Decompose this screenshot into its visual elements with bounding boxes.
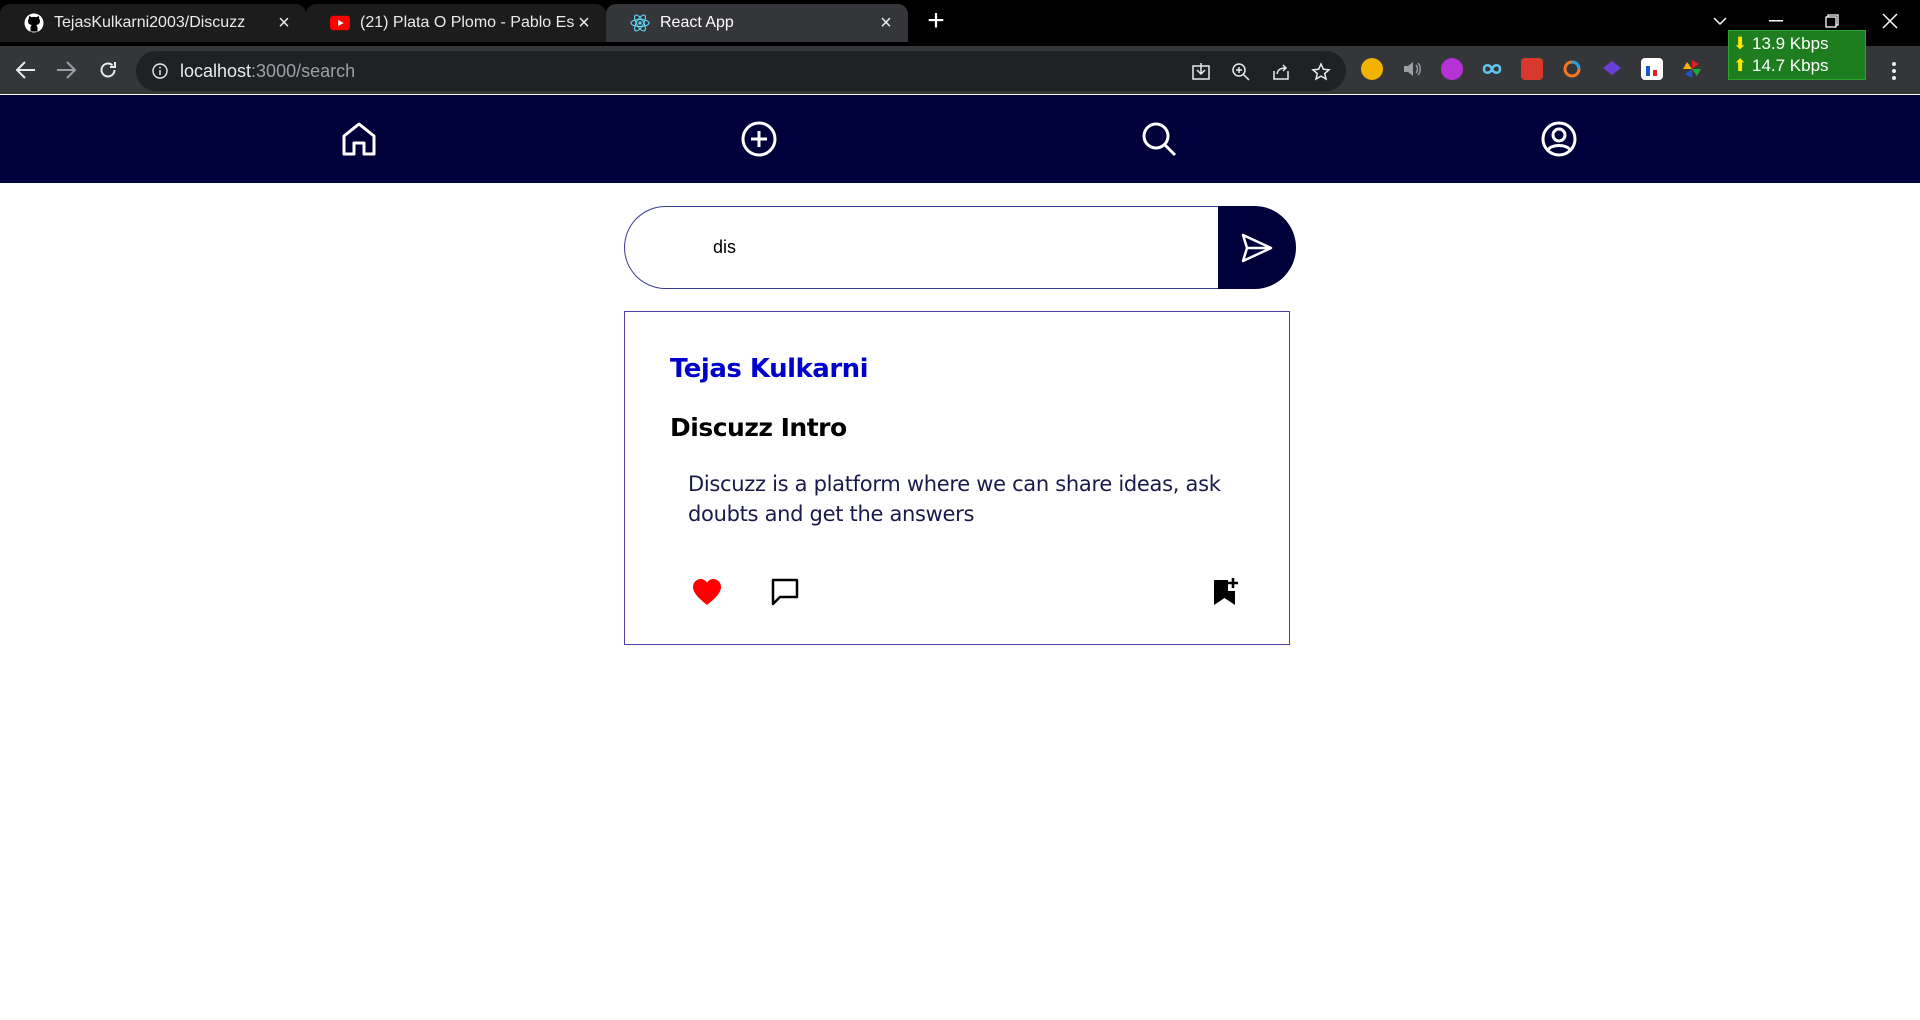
bookmark-button[interactable] [1205, 572, 1245, 612]
post-title: Discuzz Intro [670, 413, 847, 442]
search-bar [624, 206, 1296, 289]
post-card: Tejas Kulkarni Discuzz Intro Discuzz is … [624, 311, 1290, 645]
tab-youtube[interactable]: (21) Plata O Plomo - Pablo Escobar × [306, 4, 606, 42]
download-speed: 13.9 Kbps [1751, 34, 1829, 53]
netspeed-widget: ⬇ 13.9 Kbps ⬆ 14.7 Kbps [1728, 30, 1866, 80]
tab-title: React App [660, 14, 734, 31]
react-icon [630, 13, 650, 33]
url-text: localhost:3000/search [180, 61, 355, 82]
address-bar[interactable]: localhost:3000/search [136, 51, 1346, 91]
search-icon[interactable] [1137, 117, 1181, 161]
close-window-icon[interactable] [1870, 6, 1910, 36]
post-body: Discuzz is a platform where we can share… [688, 472, 1221, 526]
post-author[interactable]: Tejas Kulkarni [670, 354, 869, 384]
tab-title: (21) Plata O Plomo - Pablo Escobar [360, 14, 574, 31]
share-icon[interactable] [1270, 61, 1292, 83]
browser-tabstrip: TejasKulkarni2003/Discuzz × (21) Plata O… [0, 0, 1920, 46]
url-path: :3000/search [251, 60, 356, 81]
tab-title: TejasKulkarni2003/Discuzz [54, 14, 246, 31]
comment-button[interactable] [765, 572, 805, 612]
extension-red-icon[interactable] [1521, 58, 1543, 80]
extension-colorwheel-icon[interactable] [1561, 58, 1583, 80]
upload-speed: 14.7 Kbps [1751, 56, 1829, 75]
heart-icon [693, 579, 721, 605]
extension-layers-icon[interactable] [1601, 58, 1623, 80]
extension-chart-icon[interactable] [1641, 58, 1663, 80]
tab-github[interactable]: TejasKulkarni2003/Discuzz × [0, 4, 306, 42]
more-menu-icon[interactable] [1884, 60, 1904, 82]
reload-icon[interactable] [94, 56, 122, 84]
close-icon[interactable]: × [876, 12, 896, 34]
tab-react-app[interactable]: React App × [606, 4, 908, 42]
zoom-icon[interactable] [1230, 61, 1252, 83]
netspeed-upload: ⬆ 14.7 Kbps [1733, 56, 1829, 75]
forward-icon[interactable] [52, 56, 80, 84]
extension-yellow-icon[interactable] [1361, 58, 1383, 80]
search-input[interactable] [624, 206, 1224, 289]
netspeed-download: ⬇ 13.9 Kbps [1733, 34, 1829, 53]
install-icon[interactable] [1190, 61, 1212, 83]
speaker-icon[interactable] [1401, 58, 1423, 80]
info-icon[interactable] [150, 61, 170, 81]
back-icon[interactable] [12, 56, 40, 84]
extension-infinity-icon[interactable] [1481, 58, 1503, 80]
browser-toolbar: localhost:3000/search [0, 46, 1920, 94]
search-submit-button[interactable] [1218, 206, 1296, 289]
star-icon[interactable] [1310, 61, 1332, 83]
user-circle-icon[interactable] [1537, 117, 1581, 161]
close-icon[interactable]: × [274, 12, 294, 34]
extension-purple-icon[interactable] [1441, 58, 1463, 80]
youtube-icon [330, 13, 350, 33]
extension-pinwheel-icon[interactable] [1681, 58, 1703, 80]
new-tab-icon[interactable]: + [922, 6, 950, 36]
bookmark-add-icon [1214, 578, 1238, 605]
comment-icon [771, 578, 799, 606]
send-icon [1241, 233, 1273, 262]
home-icon[interactable] [337, 117, 381, 161]
url-host: localhost [180, 60, 252, 81]
like-button[interactable] [687, 572, 727, 612]
app-navbar [0, 95, 1920, 183]
close-icon[interactable]: × [574, 12, 594, 34]
add-circle-icon[interactable] [737, 117, 781, 161]
github-icon [24, 13, 44, 33]
